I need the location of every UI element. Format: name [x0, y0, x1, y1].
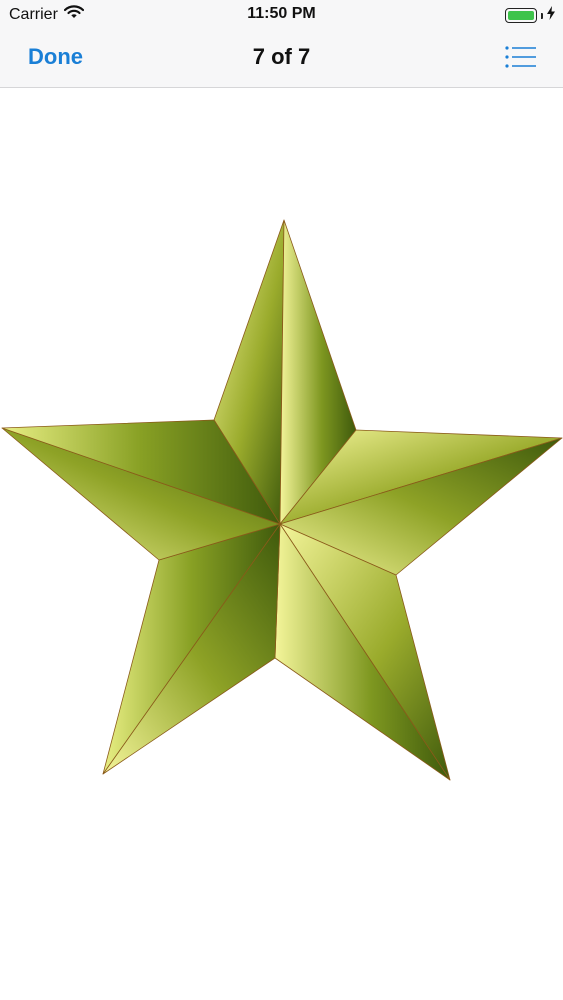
list-icon[interactable]	[505, 46, 537, 68]
status-time: 11:50 PM	[247, 5, 316, 22]
navigation-bar: Done 7 of 7	[0, 30, 563, 88]
image-viewer[interactable]	[0, 88, 563, 1000]
page-title: 7 of 7	[252, 44, 311, 69]
battery-icon	[505, 8, 537, 23]
star-image	[1, 219, 563, 781]
status-bar: Carrier 11:50 PM	[0, 0, 563, 30]
charging-bolt-icon	[547, 6, 555, 25]
status-right	[505, 6, 555, 25]
battery-tip	[541, 12, 543, 19]
battery-level	[508, 11, 534, 20]
